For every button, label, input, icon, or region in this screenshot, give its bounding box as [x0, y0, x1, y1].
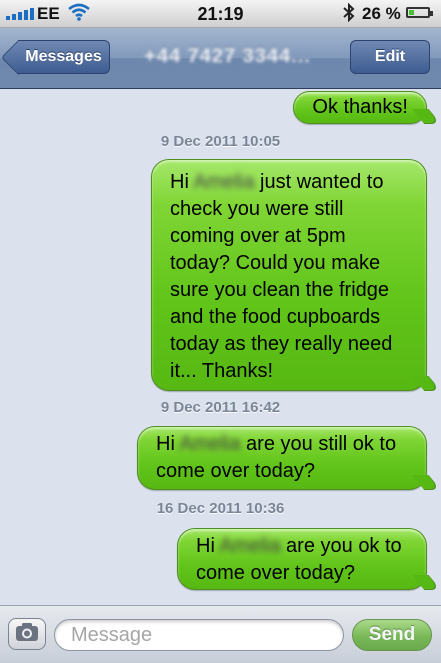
message-text: just wanted to check you were still comi…: [170, 171, 393, 382]
navigation-bar: Messages +44 7427 3344... Edit: [0, 28, 441, 89]
redacted-name: Amelia: [193, 171, 255, 193]
message-bubble[interactable]: Hi Amelia are you still ok to come over …: [137, 426, 427, 490]
redacted-name: Amelia: [219, 535, 281, 557]
message-bubble[interactable]: Hi Amelia are you ok to come over today?: [177, 528, 427, 590]
redacted-name: Amelia: [179, 433, 241, 455]
message-timestamp: 9 Dec 2011 16:42: [160, 399, 281, 416]
status-bar: EE 21:19 26 %: [0, 0, 441, 28]
message-prefix: Hi: [170, 171, 189, 193]
messages-back-button[interactable]: Messages: [18, 40, 110, 74]
edit-button[interactable]: Edit: [350, 40, 430, 74]
conversation-view[interactable]: Ok thanks! 9 Dec 2011 10:05 Hi Amelia ju…: [0, 89, 441, 605]
message-bubble[interactable]: Ok thanks!: [293, 91, 427, 124]
message-timestamp: 16 Dec 2011 10:36: [156, 500, 285, 517]
message-input[interactable]: [54, 619, 344, 651]
back-button-wrap[interactable]: Messages: [0, 28, 120, 88]
camera-icon: [15, 622, 39, 647]
message-composer: Send: [0, 605, 441, 663]
battery-percent: 26 %: [362, 4, 401, 23]
bluetooth-icon: [343, 2, 355, 27]
contact-title: +44 7427 3344...: [144, 45, 311, 67]
message-text: Ok thanks!: [312, 96, 408, 118]
send-button[interactable]: Send: [352, 619, 432, 651]
message-prefix: Hi: [196, 535, 215, 557]
camera-button[interactable]: [8, 618, 46, 650]
message-bubble[interactable]: Hi Amelia just wanted to check you were …: [151, 159, 427, 391]
battery-icon: [406, 7, 433, 18]
message-prefix: Hi: [156, 433, 175, 455]
message-timestamp: 9 Dec 2011 10:05: [160, 133, 281, 150]
